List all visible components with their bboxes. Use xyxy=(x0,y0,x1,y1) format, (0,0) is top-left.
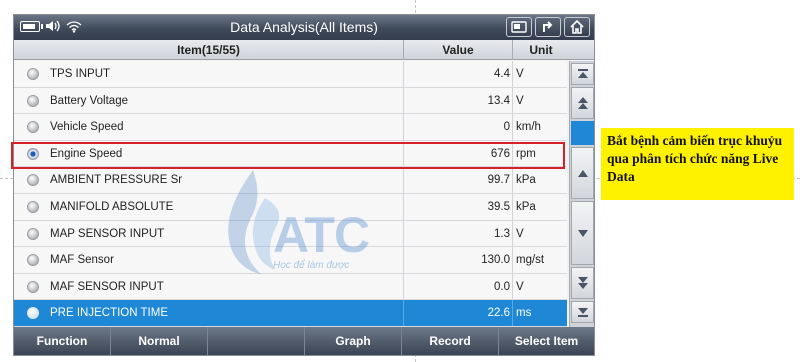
item-value: 13.4 xyxy=(487,94,510,107)
item-value: 1.3 xyxy=(494,227,510,240)
item-name: MAP SENSOR INPUT xyxy=(50,227,165,240)
item-unit: V xyxy=(516,94,524,107)
item-value: 0 xyxy=(503,121,510,134)
item-value: 39.5 xyxy=(487,200,510,213)
table-row[interactable]: AMBIENT PRESSURE Sr 99.7 kPa xyxy=(14,167,567,194)
column-header-unit[interactable]: Unit xyxy=(513,43,569,57)
scroll-top-button[interactable] xyxy=(571,63,594,85)
item-unit: kPa xyxy=(516,200,536,213)
triangle-up-icon xyxy=(577,169,588,177)
back-button[interactable] xyxy=(535,17,561,37)
item-value: 130.0 xyxy=(481,254,510,267)
title-bar: Data Analysis(All Items) xyxy=(14,15,594,40)
select-item-button[interactable]: Select Item xyxy=(499,327,594,355)
item-unit: ms xyxy=(516,307,532,320)
item-value: 0.0 xyxy=(494,280,510,293)
item-unit: kPa xyxy=(516,174,536,187)
item-name: MANIFOLD ABSOLUTE xyxy=(50,200,174,213)
table-row[interactable]: Battery Voltage 13.4 V xyxy=(14,87,567,115)
record-button[interactable]: Record xyxy=(402,327,499,355)
footer-toolbar: Function Normal Graph Record Select Item xyxy=(14,327,594,355)
item-name: AMBIENT PRESSURE Sr xyxy=(50,174,183,187)
home-button[interactable] xyxy=(564,17,590,37)
table-row[interactable]: Vehicle Speed 0 km/h xyxy=(14,114,567,141)
data-list: TPS INPUT 4.4 V Battery Voltage 13.4 V V… xyxy=(14,61,567,327)
item-value: 4.4 xyxy=(494,68,510,80)
double-down-icon xyxy=(577,277,588,289)
column-header-item[interactable]: Item(15/55) xyxy=(14,43,403,57)
item-value: 99.7 xyxy=(487,174,510,187)
item-name: MAF SENSOR INPUT xyxy=(50,280,164,293)
normal-button[interactable]: Normal xyxy=(111,327,208,355)
title-bar-buttons xyxy=(506,17,590,37)
radio-button[interactable] xyxy=(27,254,39,267)
radio-button[interactable] xyxy=(27,200,39,213)
item-unit: km/h xyxy=(516,121,541,134)
page-up-button[interactable] xyxy=(571,87,594,119)
table-row[interactable]: MANIFOLD ABSOLUTE 39.5 kPa xyxy=(14,193,567,221)
table-row[interactable]: TPS INPUT 4.4 V xyxy=(14,61,567,88)
card-icon xyxy=(511,21,527,33)
item-name: Battery Voltage xyxy=(50,94,128,107)
item-unit: mg/st xyxy=(516,254,545,267)
radio-button[interactable] xyxy=(27,121,39,134)
scroll-bottom-button[interactable] xyxy=(571,301,594,323)
scroll-bottom-icon xyxy=(577,308,588,317)
radio-button[interactable] xyxy=(27,280,39,293)
engine-speed-highlight-box xyxy=(11,142,565,169)
item-name: Vehicle Speed xyxy=(50,121,124,134)
double-up-icon xyxy=(577,97,588,109)
home-icon xyxy=(570,20,584,34)
item-unit: V xyxy=(516,227,524,240)
column-header-value[interactable]: Value xyxy=(404,43,512,57)
item-unit: V xyxy=(516,280,524,293)
graph-button[interactable]: Graph xyxy=(305,327,402,355)
item-unit: V xyxy=(516,68,524,80)
return-arrow-icon xyxy=(543,21,553,32)
radio-button[interactable] xyxy=(27,227,39,240)
scroll-top-icon xyxy=(577,69,588,78)
radio-button[interactable] xyxy=(27,94,39,107)
empty-button[interactable] xyxy=(208,327,305,355)
triangle-down-icon xyxy=(577,229,588,237)
table-row[interactable]: MAF Sensor 130.0 mg/st xyxy=(14,247,567,274)
table-row[interactable]: MAP SENSOR INPUT 1.3 V xyxy=(14,220,567,248)
annotation-note: Bắt bệnh cảm biến trục khuỷu qua phân tí… xyxy=(601,128,794,200)
radio-button[interactable] xyxy=(27,68,39,80)
scrollbar[interactable] xyxy=(569,61,594,327)
table-header: Item(15/55) Value Unit xyxy=(14,40,594,60)
item-name: PRE INJECTION TIME xyxy=(50,307,168,320)
scroll-up-button[interactable] xyxy=(571,147,594,199)
radio-button[interactable] xyxy=(27,174,39,187)
function-button[interactable]: Function xyxy=(14,327,111,355)
table-row[interactable]: MAF SENSOR INPUT 0.0 V xyxy=(14,273,567,301)
scroll-down-button[interactable] xyxy=(571,201,594,265)
item-name: MAF Sensor xyxy=(50,254,114,267)
radio-button[interactable] xyxy=(27,307,39,320)
item-value: 22.6 xyxy=(487,307,510,320)
save-button[interactable] xyxy=(506,17,532,37)
table-row-selected[interactable]: PRE INJECTION TIME 22.6 ms xyxy=(14,300,567,327)
page-down-button[interactable] xyxy=(571,267,594,299)
item-name: TPS INPUT xyxy=(50,68,111,80)
app-window: Data Analysis(All Items) Item(15/55) Val… xyxy=(13,14,595,356)
scroll-thumb[interactable] xyxy=(571,121,594,145)
